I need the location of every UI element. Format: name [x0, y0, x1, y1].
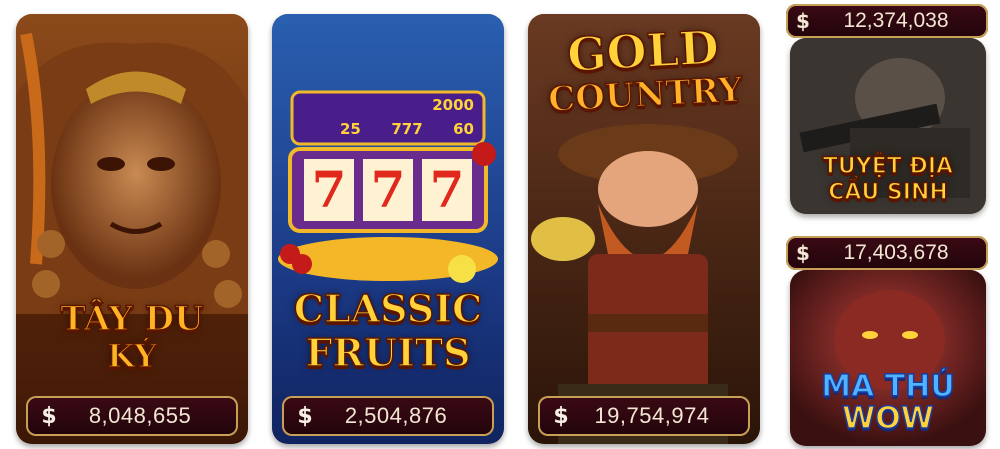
game-card-tuyet-dia-cau-sinh[interactable]: TUYỆT ĐỊA CẦU SINH	[790, 38, 986, 214]
jackpot-value: 2,504,876	[344, 403, 448, 428]
game-title: MA THÚ WOW	[821, 369, 956, 436]
jackpot-badge: $ 17,403,678	[786, 236, 988, 270]
game-card-ma-thu-wow[interactable]: MA THÚ WOW	[790, 270, 986, 446]
game-title: TÂY DU KÝ	[60, 299, 205, 375]
dollar-icon: $	[553, 403, 569, 429]
game-card-classic-fruits[interactable]: 2000 25 777 60 7 7 7 CLASSIC FRUITS $ 2,50…	[272, 14, 504, 444]
dollar-icon: $	[41, 403, 57, 429]
paytable: 2000 25 777 60	[340, 96, 474, 138]
jackpot-badge: $ 8,048,655	[26, 396, 238, 436]
monkey-king-art	[16, 14, 248, 444]
jackpot-value: 17,403,678	[843, 241, 949, 264]
jackpot-value: 19,754,974	[594, 403, 710, 428]
jackpot-value: 12,374,038	[843, 9, 949, 32]
game-title: GOLD COUNTRY	[547, 19, 745, 121]
slot-machine-art	[272, 14, 504, 444]
jackpot-badge: $ 19,754,974	[538, 396, 750, 436]
dollar-icon: $	[796, 9, 810, 33]
game-title: TUYỆT ĐỊA CẦU SINH	[822, 154, 954, 205]
jackpot-badge: $ 2,504,876	[282, 396, 494, 436]
slot-reels: 7 7 7	[311, 160, 465, 219]
game-title: CLASSIC FRUITS	[293, 286, 483, 375]
jackpot-value: 8,048,655	[88, 403, 192, 428]
game-card-gold-country[interactable]: GOLD COUNTRY $ 19,754,974	[528, 14, 760, 444]
dollar-icon: $	[297, 403, 313, 429]
jackpot-badge: $ 12,374,038	[786, 4, 988, 38]
game-card-tay-du-ky[interactable]: TÂY DU KÝ $ 8,048,655	[16, 14, 248, 444]
dollar-icon: $	[796, 241, 810, 265]
